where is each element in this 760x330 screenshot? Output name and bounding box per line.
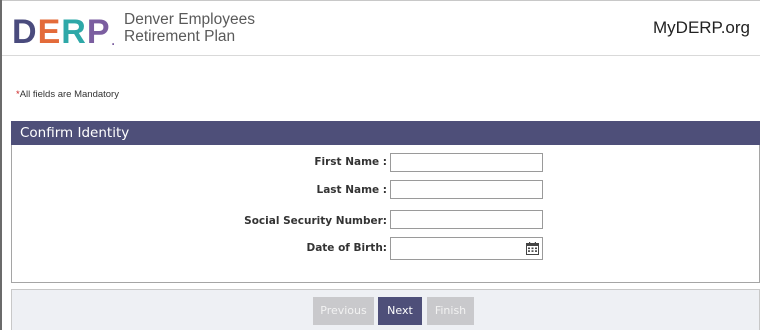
logo-dot: .	[111, 34, 115, 48]
next-button[interactable]: Next	[378, 297, 422, 325]
last-name-field[interactable]	[390, 180, 543, 199]
site-header: D E R P . Denver Employees Retirement Pl…	[2, 1, 760, 55]
header-divider	[2, 55, 760, 56]
first-name-label: First Name :	[314, 156, 387, 168]
dob-field[interactable]	[390, 237, 543, 260]
dob-label: Date of Birth:	[306, 242, 387, 254]
logo-letter-e: E	[37, 13, 62, 51]
ssn-field[interactable]	[390, 210, 543, 229]
derp-logo[interactable]: D E R P .	[12, 14, 115, 50]
last-name-label: Last Name :	[316, 184, 388, 196]
site-name[interactable]: MyDERP.org	[653, 18, 750, 38]
logo-letter-r: R	[61, 13, 87, 51]
mandatory-notice: *All fields are Mandatory	[16, 89, 119, 100]
panel-title: Confirm Identity	[11, 121, 760, 145]
logo-letter-d: D	[12, 13, 38, 51]
finish-button[interactable]: Finish	[427, 297, 474, 325]
ssn-label: Social Security Number:	[244, 215, 387, 227]
logo-tagline-line2: Retirement Plan	[124, 28, 236, 45]
mandatory-notice-text: All fields are Mandatory	[19, 89, 119, 100]
first-name-field[interactable]	[390, 153, 543, 172]
previous-button[interactable]: Previous	[313, 297, 374, 325]
logo-letter-p: P	[86, 13, 111, 51]
logo-tagline-line1: Denver Employees	[124, 11, 255, 28]
logo-tagline: Denver Employees Retirement Plan	[124, 11, 255, 45]
dob-picker	[390, 237, 543, 260]
calendar-icon[interactable]	[526, 242, 539, 255]
